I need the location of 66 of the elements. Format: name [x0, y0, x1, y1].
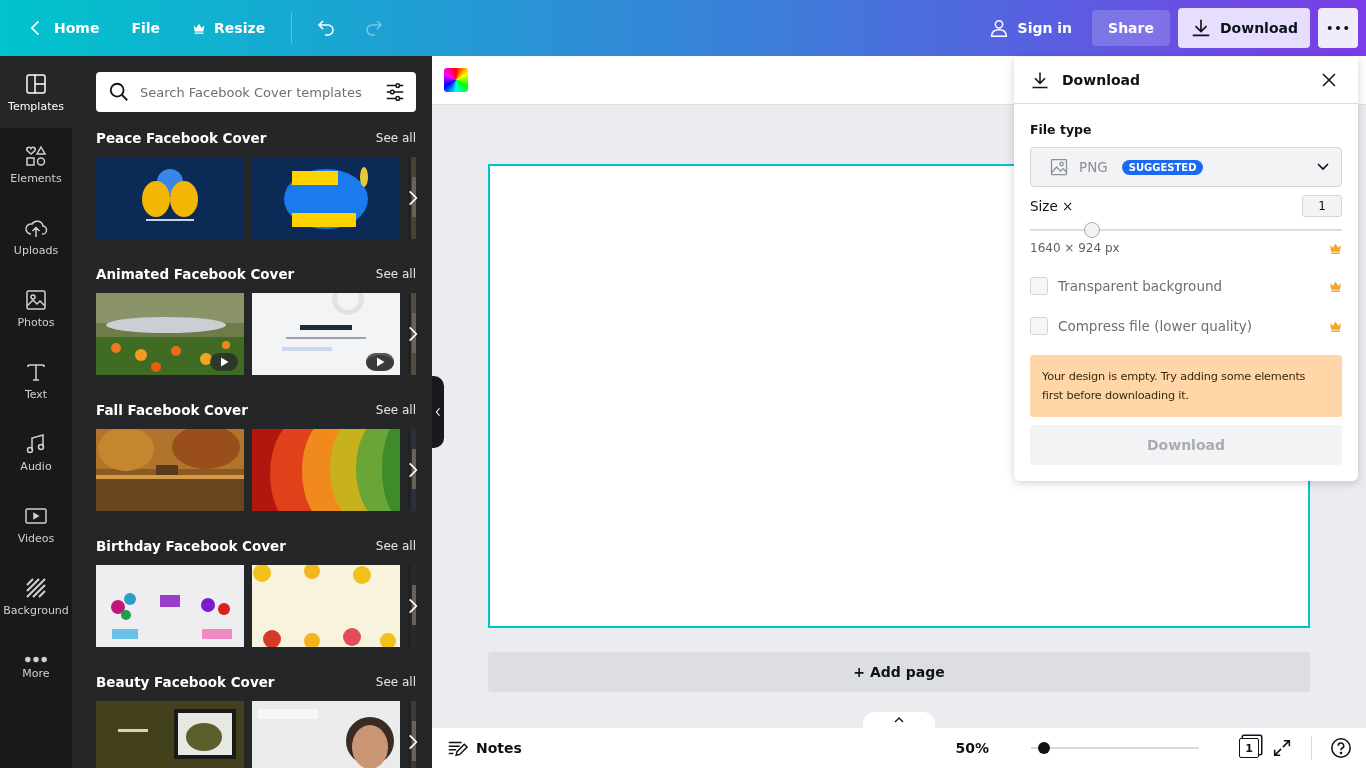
- next-chevron-icon[interactable]: [408, 461, 418, 479]
- see-all-link[interactable]: See all: [375, 131, 416, 145]
- section-title: Beauty Facebook Cover: [96, 674, 275, 690]
- panel-title: Download: [1062, 72, 1141, 88]
- rail-item[interactable]: More: [0, 632, 72, 704]
- search-icon: [108, 81, 130, 103]
- filter-icon[interactable]: [384, 81, 406, 103]
- rail-item[interactable]: Text: [0, 344, 72, 416]
- help-icon[interactable]: [1330, 737, 1352, 759]
- fullscreen-icon[interactable]: [1271, 737, 1293, 759]
- download-button[interactable]: Download: [1177, 8, 1310, 48]
- page-count-button[interactable]: 1: [1239, 738, 1259, 758]
- more-icon: [1327, 24, 1349, 32]
- color-picker-icon[interactable]: [444, 68, 468, 92]
- more-button[interactable]: [1318, 8, 1358, 48]
- next-chevron-icon[interactable]: [408, 189, 418, 207]
- checkbox[interactable]: [1030, 317, 1048, 335]
- search-bar[interactable]: Search Facebook Cover templates: [96, 72, 416, 112]
- rail-item[interactable]: Elements: [0, 128, 72, 200]
- rail-item[interactable]: Templates: [0, 56, 72, 128]
- section-title: Animated Facebook Cover: [96, 266, 295, 282]
- see-all-link[interactable]: See all: [375, 539, 416, 553]
- rail-item[interactable]: Uploads: [0, 200, 72, 272]
- slider-thumb[interactable]: [1038, 742, 1051, 754]
- rail-icon: [24, 71, 48, 96]
- section-title: Peace Facebook Cover: [96, 130, 267, 146]
- pages-toggle[interactable]: [863, 712, 935, 728]
- caret-icon: [1317, 163, 1329, 171]
- crown-icon: [192, 21, 207, 35]
- file-type-label: File type: [1030, 122, 1093, 137]
- notes-button[interactable]: Notes: [446, 737, 522, 759]
- rail-item[interactable]: Audio: [0, 416, 72, 488]
- see-all-link[interactable]: See all: [375, 403, 416, 417]
- dimensions-text: 1640 × 924 px: [1030, 241, 1120, 255]
- rail-icon: [24, 575, 48, 600]
- section-title: Birthday Facebook Cover: [96, 538, 286, 554]
- next-chevron-icon[interactable]: [408, 597, 418, 615]
- rail-icon: [24, 143, 48, 168]
- next-chevron-icon[interactable]: [408, 325, 418, 343]
- sign-in-button[interactable]: Sign in: [975, 8, 1085, 48]
- slider-thumb[interactable]: [1084, 222, 1101, 238]
- suggested-badge: SUGGESTED: [1121, 159, 1204, 175]
- download-icon: [1030, 70, 1050, 90]
- share-button[interactable]: Share: [1092, 10, 1170, 46]
- image-icon: [1049, 157, 1069, 177]
- rail-item[interactable]: Background: [0, 560, 72, 632]
- empty-design-warning: Your design is empty. Try adding some elements first before downloading it.: [1030, 355, 1342, 417]
- section-title: Fall Facebook Cover: [96, 402, 248, 418]
- rail-icon: [24, 656, 48, 663]
- option-label: Transparent background: [1058, 278, 1223, 294]
- close-icon[interactable]: [1320, 71, 1338, 89]
- rail-item[interactable]: Photos: [0, 272, 72, 344]
- add-page-button[interactable]: + Add page: [488, 652, 1310, 692]
- option-label: Compress file (lower quality): [1058, 318, 1253, 334]
- collapse-panel-handle[interactable]: [432, 376, 444, 448]
- zoom-percentage[interactable]: 50%: [955, 740, 989, 756]
- see-all-link[interactable]: See all: [375, 267, 416, 281]
- size-input[interactable]: 1: [1302, 195, 1342, 217]
- next-chevron-icon[interactable]: [408, 733, 418, 751]
- rail-item[interactable]: Videos: [0, 488, 72, 560]
- checkbox[interactable]: [1030, 277, 1048, 295]
- size-label: Size ×: [1030, 198, 1074, 214]
- see-all-link[interactable]: See all: [375, 675, 416, 689]
- file-type-dropdown[interactable]: PNG SUGGESTED: [1030, 147, 1342, 187]
- rail-icon: [24, 287, 48, 312]
- caret-icon: [894, 717, 904, 723]
